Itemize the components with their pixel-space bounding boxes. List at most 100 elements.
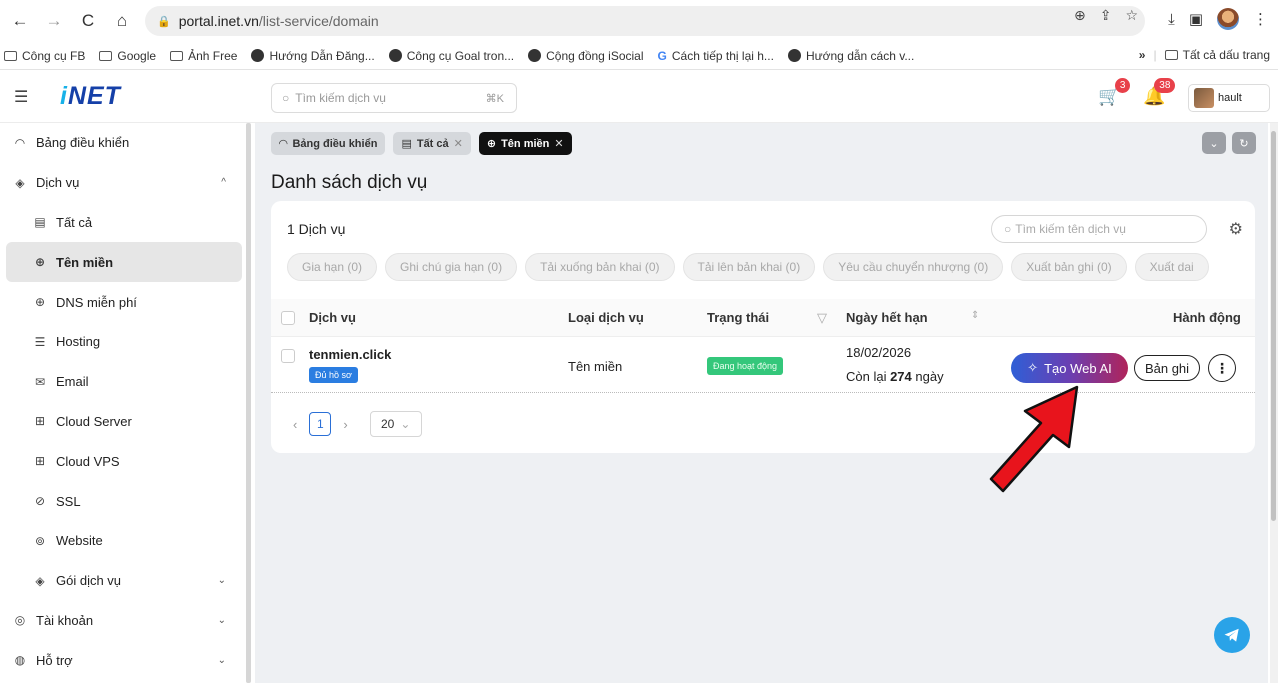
bookmark-anh-free[interactable]: Ảnh Free [170, 49, 237, 63]
page-size-select[interactable]: 20 ⌄ [369, 411, 422, 437]
home-icon[interactable]: ⌂ [110, 9, 134, 33]
share-icon[interactable]: ⇪ [1100, 7, 1112, 24]
row-checkbox[interactable] [281, 349, 295, 363]
bookmark-tiep-thi[interactable]: G Cách tiếp thị lại h... [658, 49, 774, 63]
tab-domain[interactable]: ⊕ Tên miền ✕ [478, 132, 572, 155]
zoom-icon[interactable]: ⊕ [1074, 7, 1086, 24]
next-page-icon[interactable]: › [343, 417, 347, 432]
filter-icon[interactable]: ▽ [817, 310, 827, 326]
back-icon[interactable]: ← [8, 9, 32, 33]
list-icon: ▤ [401, 138, 412, 150]
close-icon[interactable]: ✕ [554, 137, 563, 150]
sort-icon[interactable]: ⇕ [971, 310, 979, 321]
reload-icon[interactable]: C [76, 9, 100, 33]
cube-icon: ◈ [35, 573, 45, 588]
sidepanel-icon[interactable]: ▣ [1189, 10, 1203, 28]
select-all-checkbox[interactable] [281, 311, 295, 325]
profile-avatar[interactable] [1217, 8, 1239, 30]
upload-declaration-button[interactable]: Tải lên bản khai (0) [682, 253, 816, 281]
col-actions: Hành động [1173, 310, 1241, 325]
records-button[interactable]: Bản ghi [1134, 355, 1200, 381]
renew-note-button[interactable]: Ghi chú gia hạn (0) [385, 253, 518, 281]
sparkle-icon: ✧ [1027, 360, 1039, 375]
search-icon: ○ [282, 91, 290, 105]
all-bookmarks[interactable]: Tất cả dấu trang [1164, 48, 1270, 62]
bell-icon[interactable]: 🔔 38 [1143, 78, 1176, 107]
telegram-icon[interactable] [1214, 617, 1250, 653]
sidebar-item-services[interactable]: ◈ Dịch vụ ^ [0, 163, 248, 203]
inet-logo[interactable]: iNET [60, 82, 121, 111]
forward-icon[interactable]: → [42, 9, 66, 33]
sidebar-item-packages[interactable]: ◈ Gói dịch vụ ⌄ [0, 561, 248, 601]
col-service: Dịch vụ [309, 310, 356, 325]
export-more-button[interactable]: Xuất dai [1134, 253, 1209, 281]
days-remaining: Còn lại 274 ngày [846, 369, 944, 384]
create-web-ai-button[interactable]: ✧ Tạo Web AI [1011, 353, 1128, 383]
star-icon[interactable]: ☆ [1125, 7, 1138, 24]
bookmark-google[interactable]: Google [99, 49, 156, 63]
globe-icon: ⊕ [34, 255, 46, 270]
sidebar-item-hosting[interactable]: ☰ Hosting [0, 322, 248, 362]
chip-icon: ⊞ [34, 454, 46, 469]
tab-all[interactable]: ▤ Tất cả ✕ [393, 132, 471, 155]
gauge-icon: ◠ [14, 135, 26, 150]
folder-icon [4, 50, 17, 61]
sidebar-item-support[interactable]: ◍ Hỗ trợ ⌄ [0, 640, 248, 680]
user-menu[interactable]: hault [1188, 84, 1270, 112]
sidebar-item-domain[interactable]: ⊕ Tên miền [6, 242, 242, 283]
bookmark-huong-dan-dang[interactable]: Hướng Dẫn Đăng... [251, 49, 375, 63]
shield-icon: ⊘ [34, 494, 46, 509]
cart-icon[interactable]: 🛒 3 [1098, 78, 1131, 107]
cart-badge: 3 [1114, 78, 1131, 93]
sidebar-item-all[interactable]: ▤ Tất cả [0, 203, 248, 243]
chevron-down-icon: ⌄ [217, 654, 226, 666]
sidebar-item-website[interactable]: ⊚ Website [0, 521, 248, 561]
url-bar[interactable]: 🔒 portal.inet.vn/list-service/domain [145, 6, 1145, 36]
cube-icon: ◈ [15, 175, 25, 190]
domain-name[interactable]: tenmien.click [309, 347, 391, 362]
current-page[interactable]: 1 [309, 412, 332, 436]
chevron-down-icon: ⌄ [400, 417, 411, 431]
sidebar-item-cloud-server[interactable]: ⊞ Cloud Server [0, 402, 248, 442]
gear-icon[interactable]: ⚙ [1229, 219, 1243, 239]
bookmark-fb[interactable]: Công cụ FB [4, 49, 85, 63]
sidebar-item-free-dns[interactable]: ⊕ DNS miễn phí [0, 282, 248, 322]
globe-icon [787, 49, 801, 62]
website-icon: ⊚ [34, 533, 46, 548]
close-icon[interactable]: ✕ [454, 137, 463, 150]
sidebar-item-cloud-vps[interactable]: ⊞ Cloud VPS [0, 441, 248, 481]
bookmark-isocial[interactable]: Cộng đồng iSocial [528, 49, 644, 63]
more-bookmarks-button[interactable]: » [1139, 48, 1146, 62]
hamburger-icon[interactable]: ☰ [14, 87, 28, 107]
prev-page-icon[interactable]: ‹ [293, 417, 297, 432]
bookmark-huong-dan-cach[interactable]: Hướng dẫn cách v... [787, 49, 914, 63]
chevron-down-icon[interactable]: ⌄ [1202, 132, 1226, 154]
transfer-request-button[interactable]: Yêu cầu chuyển nhượng (0) [823, 253, 1004, 281]
folder-icon [170, 50, 184, 61]
menu-icon[interactable]: ⋮ [1253, 10, 1268, 28]
sidebar-scrollbar[interactable] [246, 123, 251, 683]
url-host: portal.inet.vn [178, 13, 259, 29]
page-scrollbar[interactable] [1270, 123, 1278, 683]
tab-bar: ◠ Bảng điều khiển ▤ Tất cả ✕ ⊕ Tên miền ✕ [271, 132, 572, 155]
download-declaration-button[interactable]: Tải xuống bản khai (0) [525, 253, 675, 281]
sidebar-item-account[interactable]: ◎ Tài khoản ⌄ [0, 601, 248, 641]
more-options-icon[interactable]: ⋮ [1208, 354, 1236, 382]
bookmark-goal[interactable]: Công cụ Goal tron... [388, 49, 514, 63]
export-record-button[interactable]: Xuất bản ghi (0) [1011, 253, 1127, 281]
sidebar-item-dashboard[interactable]: ◠ Bảng điều khiển [0, 123, 248, 163]
service-name-search[interactable]: ○ Tìm kiếm tên dịch vụ [991, 215, 1207, 243]
refresh-icon[interactable]: ↻ [1232, 132, 1256, 154]
renew-button[interactable]: Gia hạn (0) [287, 253, 378, 281]
sidebar-item-email[interactable]: ✉ Email [0, 362, 248, 402]
download-icon[interactable]: ⤓ [1168, 11, 1175, 28]
service-count: 1 Dịch vụ [287, 221, 346, 237]
search-icon: ○ [1004, 222, 1012, 236]
browser-toolbar: ← → C ⌂ 🔒 portal.inet.vn/list-service/do… [0, 0, 1278, 42]
tab-dashboard[interactable]: ◠ Bảng điều khiển [271, 132, 386, 155]
globe-icon: ⊕ [34, 295, 46, 310]
user-icon: ◎ [14, 613, 26, 628]
sidebar-item-ssl[interactable]: ⊘ SSL [0, 481, 248, 521]
service-search-input[interactable]: ○ Tìm kiếm dịch vụ ⌘K [271, 83, 517, 113]
bookmarks-bar: Công cụ FB Google Ảnh Free Hướng Dẫn Đăn… [0, 42, 1278, 70]
